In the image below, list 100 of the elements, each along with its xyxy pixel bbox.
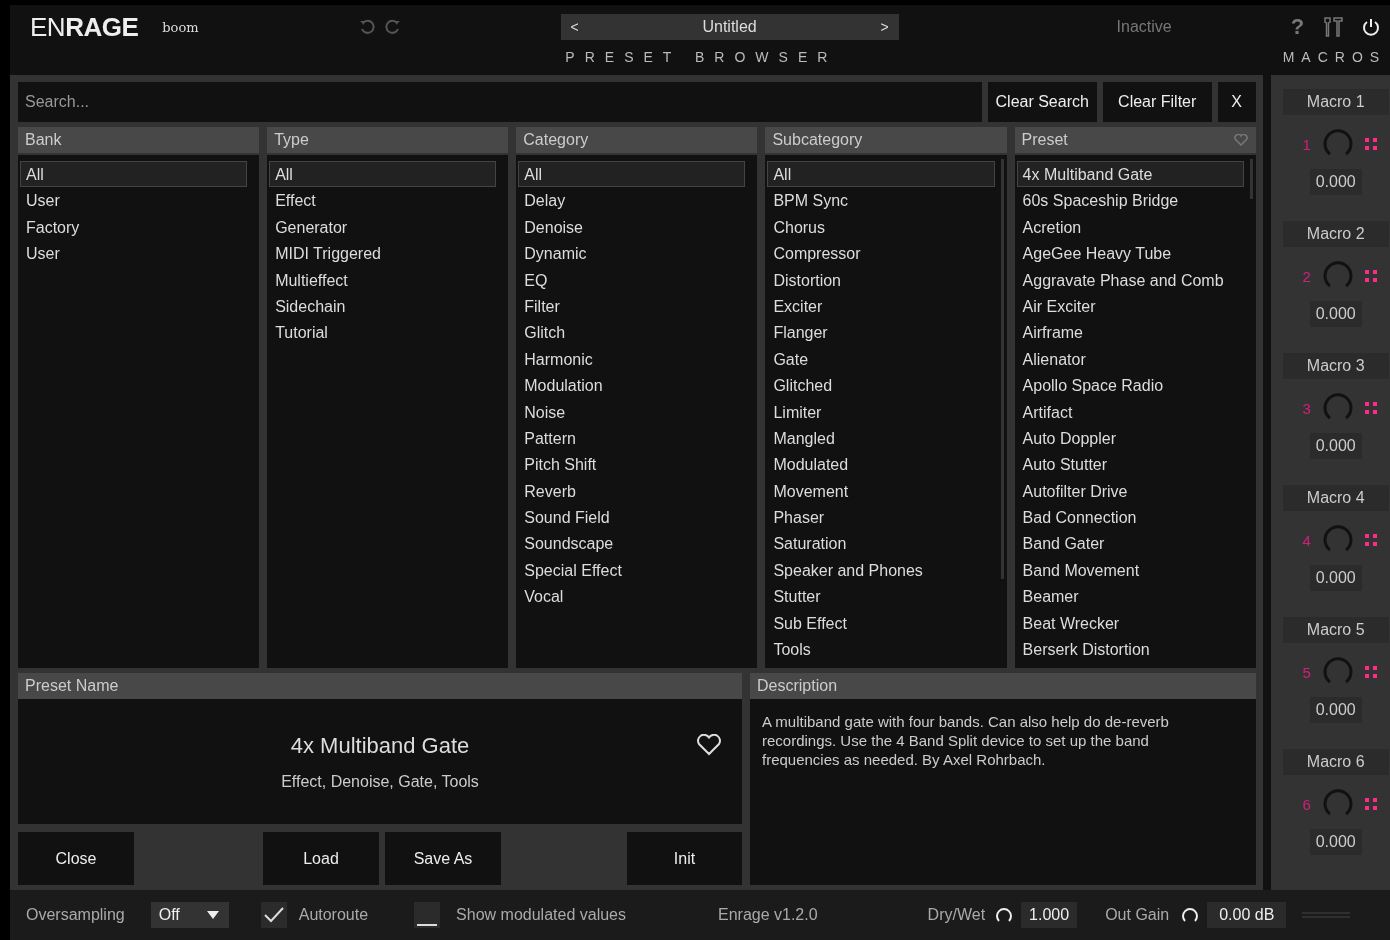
macro-value[interactable]: 0.000 xyxy=(1309,433,1362,459)
list-item[interactable]: Glitched xyxy=(767,372,995,399)
list-item[interactable]: Generator xyxy=(269,213,497,241)
macro-value[interactable]: 0.000 xyxy=(1309,169,1362,195)
checkbox[interactable] xyxy=(260,902,287,928)
scrollbar[interactable] xyxy=(1000,159,1004,579)
list-item[interactable]: Alienator xyxy=(1016,345,1244,373)
macro-name[interactable]: Macro 2 xyxy=(1282,221,1389,247)
list-item[interactable]: Speaker and Phones xyxy=(767,556,995,584)
list-item[interactable]: Berserk Distortion xyxy=(1016,636,1244,663)
next-preset-button[interactable]: > xyxy=(880,19,889,35)
knob[interactable] xyxy=(1181,906,1200,924)
macro-name[interactable]: Macro 1 xyxy=(1282,89,1389,115)
macro-value[interactable]: 0.000 xyxy=(1309,829,1362,855)
list-item[interactable]: Beat Wrecker xyxy=(1016,609,1244,637)
drag-handle-icon[interactable] xyxy=(1364,402,1377,414)
oversampling-dropdown[interactable]: Off xyxy=(150,902,229,928)
search-action-button[interactable]: X xyxy=(1217,82,1256,122)
list-item[interactable]: Tutorial xyxy=(269,319,497,346)
list-item[interactable]: Modulated xyxy=(767,451,995,478)
list-item[interactable]: Soundscape xyxy=(518,530,746,557)
list-item[interactable]: Dynamic xyxy=(518,240,746,267)
list-item[interactable]: 4x Multiband Gate xyxy=(1016,161,1244,188)
list-item[interactable]: User xyxy=(20,240,248,267)
list-item[interactable]: Mangled xyxy=(767,424,995,452)
preset-selector[interactable]: < Untitled > xyxy=(560,14,899,40)
list-item[interactable]: Denoise xyxy=(518,213,746,241)
list-item[interactable]: Pattern xyxy=(518,424,746,452)
list-item[interactable]: Glitch xyxy=(518,319,746,346)
action-button[interactable]: Load xyxy=(263,832,379,885)
list-item[interactable]: All xyxy=(269,161,497,188)
help-icon[interactable]: ? xyxy=(1290,14,1305,40)
checkbox[interactable] xyxy=(414,902,441,928)
macro-name[interactable]: Macro 3 xyxy=(1282,353,1389,379)
list-item[interactable]: BPM Sync xyxy=(767,187,995,214)
list-item[interactable]: Apollo Space Radio xyxy=(1016,372,1244,399)
search-action-button[interactable]: Clear Filter xyxy=(1102,82,1212,122)
drag-handle-icon[interactable] xyxy=(1364,798,1377,810)
list-item[interactable]: Auto Stutter xyxy=(1016,451,1244,478)
list-item[interactable]: Sidechain xyxy=(269,292,497,320)
out-gain-value[interactable]: 0.00 dB xyxy=(1207,902,1287,928)
list-item[interactable]: Harmonic xyxy=(518,345,746,373)
macro-value[interactable]: 0.000 xyxy=(1309,301,1362,327)
list-item[interactable]: Effect xyxy=(269,187,497,214)
list-item[interactable]: MIDI Triggered xyxy=(269,240,497,267)
list-item[interactable]: Autofilter Drive xyxy=(1016,477,1244,505)
list-item[interactable]: Phaser xyxy=(767,504,995,531)
list-item[interactable]: EQ xyxy=(518,266,746,293)
list-item[interactable]: Modulation xyxy=(518,372,746,399)
list-item[interactable]: Acretion xyxy=(1016,213,1244,241)
drag-handle-icon[interactable] xyxy=(1364,270,1377,282)
drag-handle-icon[interactable] xyxy=(1364,534,1377,546)
knob[interactable] xyxy=(995,906,1014,924)
drag-handle-icon[interactable] xyxy=(1364,666,1377,678)
list-item[interactable]: Airframe xyxy=(1016,319,1244,346)
list-item[interactable]: User xyxy=(20,187,248,214)
macro-value[interactable]: 0.000 xyxy=(1309,565,1362,591)
list-item[interactable]: Stutter xyxy=(767,583,995,610)
macro-name[interactable]: Macro 5 xyxy=(1282,617,1389,643)
list-item[interactable]: All xyxy=(767,161,995,188)
list-item[interactable]: Limiter xyxy=(767,398,995,425)
list-item[interactable]: Aggravate Phase and Comb xyxy=(1016,266,1244,293)
list-item[interactable]: Reverb xyxy=(518,477,746,505)
list-item[interactable]: AgeGee Heavy Tube xyxy=(1016,240,1244,267)
action-button[interactable]: Init xyxy=(627,832,742,885)
power-icon[interactable] xyxy=(1362,18,1381,36)
list-item[interactable]: Distortion xyxy=(767,266,995,293)
list-item[interactable]: Artifact xyxy=(1016,398,1244,425)
undo-icon[interactable] xyxy=(358,19,375,35)
list-item[interactable]: Sound Field xyxy=(518,504,746,531)
macro-value[interactable]: 0.000 xyxy=(1309,697,1362,723)
list-item[interactable]: All xyxy=(518,161,746,188)
list-item[interactable]: Movement xyxy=(767,477,995,505)
list-item[interactable]: Band Movement xyxy=(1016,556,1244,584)
list-item[interactable]: Sub Effect xyxy=(767,609,995,637)
drag-handle-icon[interactable] xyxy=(1364,138,1377,150)
macro-name[interactable]: Macro 4 xyxy=(1282,485,1389,511)
list-item[interactable]: Filter xyxy=(518,292,746,320)
list-item[interactable]: Delay xyxy=(518,187,746,214)
search-action-button[interactable]: Clear Search xyxy=(987,82,1097,122)
macro-name[interactable]: Macro 6 xyxy=(1282,749,1389,775)
list-item[interactable]: Air Exciter xyxy=(1016,292,1244,320)
list-item[interactable]: Saturation xyxy=(767,530,995,557)
list-item[interactable]: Flanger xyxy=(767,319,995,346)
list-item[interactable]: Pitch Shift xyxy=(518,451,746,478)
list-item[interactable]: Auto Doppler xyxy=(1016,424,1244,452)
action-button[interactable]: Save As xyxy=(385,832,501,885)
list-item[interactable]: Special Effect xyxy=(518,556,746,584)
list-item[interactable]: Vocal xyxy=(518,583,746,610)
list-item[interactable]: All xyxy=(20,161,248,188)
list-item[interactable]: Factory xyxy=(20,213,248,241)
list-item[interactable]: Compressor xyxy=(767,240,995,267)
action-button[interactable]: Close xyxy=(18,832,134,885)
list-item[interactable]: Noise xyxy=(518,398,746,425)
list-item[interactable]: Gate xyxy=(767,345,995,373)
list-item[interactable]: Band Gater xyxy=(1016,530,1244,557)
redo-icon[interactable] xyxy=(384,19,401,35)
scrollbar[interactable] xyxy=(1249,159,1253,199)
list-item[interactable]: Tools xyxy=(767,636,995,663)
search-field[interactable]: Search... xyxy=(18,82,982,122)
